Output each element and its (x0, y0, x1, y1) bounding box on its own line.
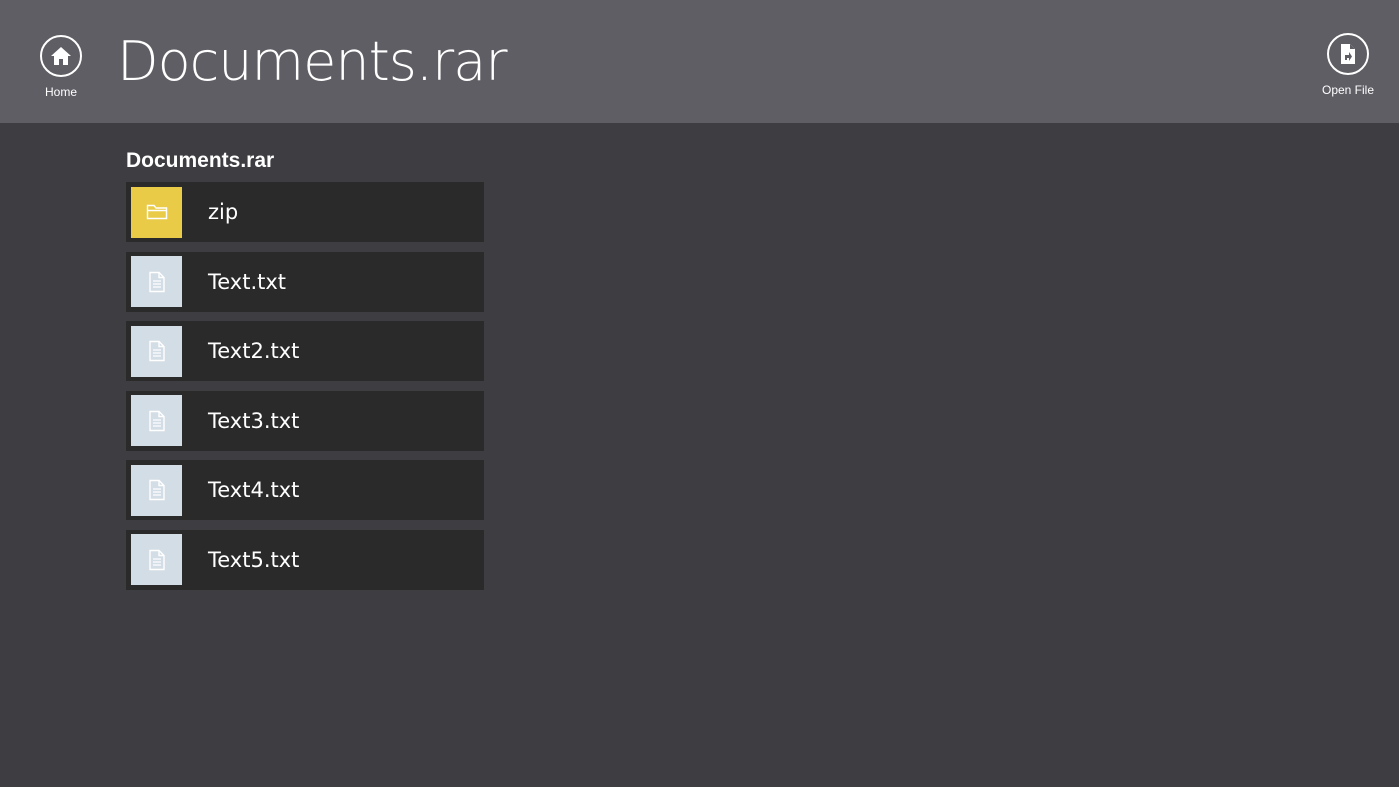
page-title: Documents.rar (117, 30, 508, 93)
list-item-text-file[interactable]: Text4.txt (126, 460, 484, 521)
text-file-icon (131, 534, 182, 586)
folder-icon (131, 186, 182, 238)
list-item-text-file[interactable]: Text5.txt (126, 529, 484, 590)
item-name: Text4.txt (208, 478, 300, 503)
open-file-icon (1327, 33, 1369, 75)
open-file-label: Open File (1321, 83, 1375, 97)
archive-file-list: zip Text.txt Text2.txt Text3.txt Text4.t… (126, 182, 484, 600)
item-name: zip (208, 200, 239, 224)
open-file-button[interactable]: Open File (1312, 33, 1384, 97)
text-file-icon (131, 325, 182, 377)
item-name: Text3.txt (208, 408, 300, 433)
text-file-icon (131, 395, 182, 447)
text-file-icon (131, 464, 182, 516)
item-name: Text2.txt (208, 339, 300, 364)
list-item-text-file[interactable]: Text2.txt (126, 321, 484, 382)
archive-section-title: Documents.rar (126, 149, 275, 172)
home-icon (40, 35, 82, 77)
list-item-text-file[interactable]: Text.txt (126, 251, 484, 312)
text-file-icon (131, 256, 182, 308)
list-item-zip-folder[interactable]: zip (126, 182, 484, 242)
home-button[interactable]: Home (30, 35, 92, 99)
item-name: Text.txt (208, 269, 287, 294)
home-label: Home (44, 85, 77, 99)
item-name: Text5.txt (208, 547, 300, 572)
list-item-text-file[interactable]: Text3.txt (126, 390, 484, 451)
app-header: Home Documents.rar Open File (0, 0, 1399, 123)
